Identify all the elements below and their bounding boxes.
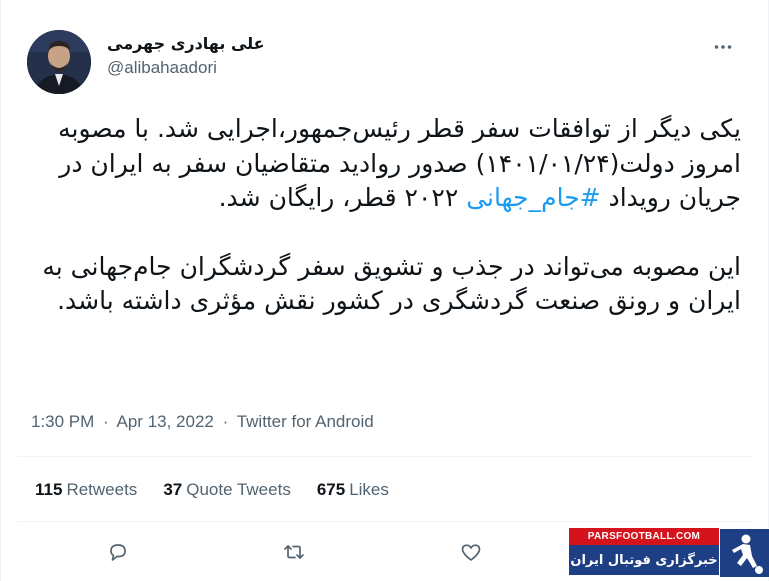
- divider: [17, 456, 752, 457]
- tweet-card: علی بهادری جهرمی @alibahaadori یکی دیگر …: [0, 0, 769, 581]
- hashtag-link[interactable]: #جام_جهانی: [466, 183, 600, 212]
- quote-tweets-count: 37: [163, 480, 183, 499]
- watermark-tagline: خبرگزاری فوتبال ایران: [569, 545, 719, 575]
- profile-photo-icon: [27, 30, 91, 94]
- meta-separator: ·: [103, 412, 109, 431]
- more-horizontal-icon: [714, 45, 732, 49]
- author-handle[interactable]: @alibahaadori: [107, 58, 265, 78]
- likes-stat[interactable]: 675 Likes: [317, 480, 389, 500]
- reply-button[interactable]: [102, 536, 134, 568]
- football-player-icon: [719, 528, 769, 578]
- more-options-button[interactable]: [712, 36, 734, 58]
- tweet-paragraph-2: این مصوبه می‌تواند در جذب و تشویق سفر گر…: [42, 251, 741, 316]
- divider: [17, 521, 752, 522]
- retweet-button[interactable]: [278, 536, 310, 568]
- quote-tweets-stat[interactable]: 37 Quote Tweets: [163, 480, 291, 500]
- retweet-icon: [284, 545, 304, 559]
- meta-separator: ·: [222, 412, 229, 431]
- parsfootball-watermark: PARSFOOTBALL.COM خبرگزاری فوتبال ایران: [569, 528, 769, 578]
- tweet-stats: 115 Retweets 37 Quote Tweets 675 Likes: [35, 480, 389, 500]
- retweets-label: Retweets: [66, 480, 138, 499]
- avatar[interactable]: [27, 30, 91, 94]
- likes-count: 675: [316, 480, 346, 499]
- author-display-name[interactable]: علی بهادری جهرمی: [107, 34, 265, 53]
- tweet-time[interactable]: 1:30 PM: [31, 412, 94, 431]
- tweet-meta: 1:30 PM · Apr 13, 2022 · Twitter for And…: [31, 412, 374, 432]
- reply-icon: [110, 544, 126, 561]
- retweets-stat[interactable]: 115 Retweets: [35, 480, 137, 500]
- tweet-text: یکی دیگر از توافقات سفر قطر رئیس‌جمهور،ا…: [31, 112, 741, 319]
- tweet-paragraph-1: یکی دیگر از توافقات سفر قطر رئیس‌جمهور،ا…: [31, 112, 741, 216]
- like-icon: [461, 544, 481, 561]
- author-block: علی بهادری جهرمی @alibahaadori: [107, 34, 265, 78]
- like-button[interactable]: [455, 536, 487, 568]
- tweet-source[interactable]: Twitter for Android: [237, 412, 374, 431]
- retweets-count: 115: [35, 480, 63, 499]
- tweet-date[interactable]: Apr 13, 2022: [117, 412, 214, 431]
- likes-label: Likes: [349, 480, 389, 499]
- tweet-text-part: ۲۰۲۲ قطر، رایگان شد.: [218, 183, 467, 212]
- watermark-site: PARSFOOTBALL.COM: [569, 528, 719, 545]
- quote-tweets-label: Quote Tweets: [186, 480, 291, 499]
